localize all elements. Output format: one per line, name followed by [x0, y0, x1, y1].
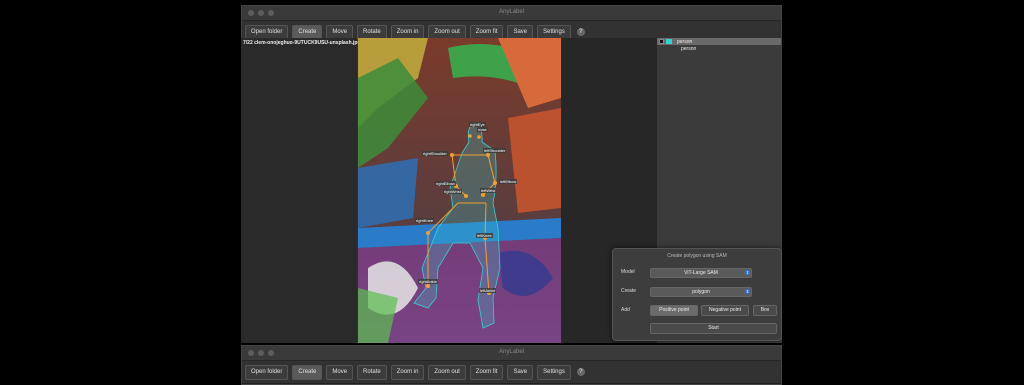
label-item-person-1[interactable]: person: [657, 38, 781, 45]
zoom-fit-button[interactable]: Zoom fit: [469, 364, 504, 380]
add-label: Add: [621, 307, 630, 313]
image-canvas[interactable]: rightEye nose rightShoulder leftShoulder…: [358, 38, 561, 343]
open-folder-button[interactable]: Open folder: [245, 364, 289, 380]
window-title: AnyLabel: [498, 349, 525, 355]
box-button[interactable]: Box: [753, 305, 777, 316]
keypoint-label: rightElbow: [435, 181, 456, 186]
negative-point-button[interactable]: Negative point: [701, 305, 749, 316]
label-text: person: [681, 45, 697, 52]
create-select[interactable]: polygon ⇕: [650, 287, 752, 297]
keypoint-label: leftKnee: [476, 233, 493, 238]
keypoint-label: rightWrist: [443, 189, 462, 194]
zoom-in-button[interactable]: Zoom in: [390, 364, 425, 380]
create-button[interactable]: Create: [292, 364, 323, 380]
model-value: ViT-Large SAM: [684, 270, 718, 276]
label-text: person: [677, 38, 693, 45]
model-select[interactable]: ViT-Large SAM ⇕: [650, 268, 752, 278]
keypoint-label: leftShoulder: [483, 148, 507, 153]
model-label: Model: [621, 269, 635, 275]
visibility-checkbox[interactable]: [659, 39, 664, 44]
save-button[interactable]: Save: [507, 364, 534, 380]
help-icon[interactable]: ?: [576, 368, 585, 376]
start-button[interactable]: Start: [650, 323, 777, 334]
second-window: AnyLabel Open folder Create Move Rotate …: [241, 345, 782, 385]
dialog-title: Create polygon using SAM: [667, 253, 727, 259]
help-icon[interactable]: ?: [576, 28, 585, 36]
keypoint-label: rightAnkle: [418, 279, 438, 284]
keypoint-label: rightKnee: [415, 218, 435, 223]
title-bar: AnyLabel: [242, 6, 781, 21]
title-bar: AnyLabel: [242, 346, 781, 361]
create-label: Create: [621, 288, 637, 294]
rotate-button[interactable]: Rotate: [357, 364, 387, 380]
zoom-out-button[interactable]: Zoom out: [428, 364, 466, 380]
keypoint-label: leftAnkle: [479, 288, 497, 293]
chevron-down-icon: ⇕: [745, 289, 750, 294]
keypoint-label: rightShoulder: [422, 151, 448, 156]
move-button[interactable]: Move: [326, 364, 354, 380]
chevron-down-icon: ⇕: [745, 270, 750, 275]
left-panel: [241, 38, 357, 343]
keypoint-label: leftElbow: [499, 179, 518, 184]
sam-dialog: Create polygon using SAM Model ViT-Large…: [612, 248, 782, 341]
settings-button[interactable]: Settings: [537, 364, 571, 380]
label-color-swatch: [666, 39, 672, 44]
keypoint-label: nose: [477, 127, 488, 132]
keypoint-label: leftWrist: [480, 188, 497, 193]
toolbar: Open folder Create Move Rotate Zoom in Z…: [242, 361, 781, 384]
create-value: polygon: [692, 289, 710, 295]
positive-point-button[interactable]: Positive point: [650, 305, 698, 316]
label-item-person-2[interactable]: person: [657, 45, 781, 52]
window-title: AnyLabel: [498, 9, 525, 15]
